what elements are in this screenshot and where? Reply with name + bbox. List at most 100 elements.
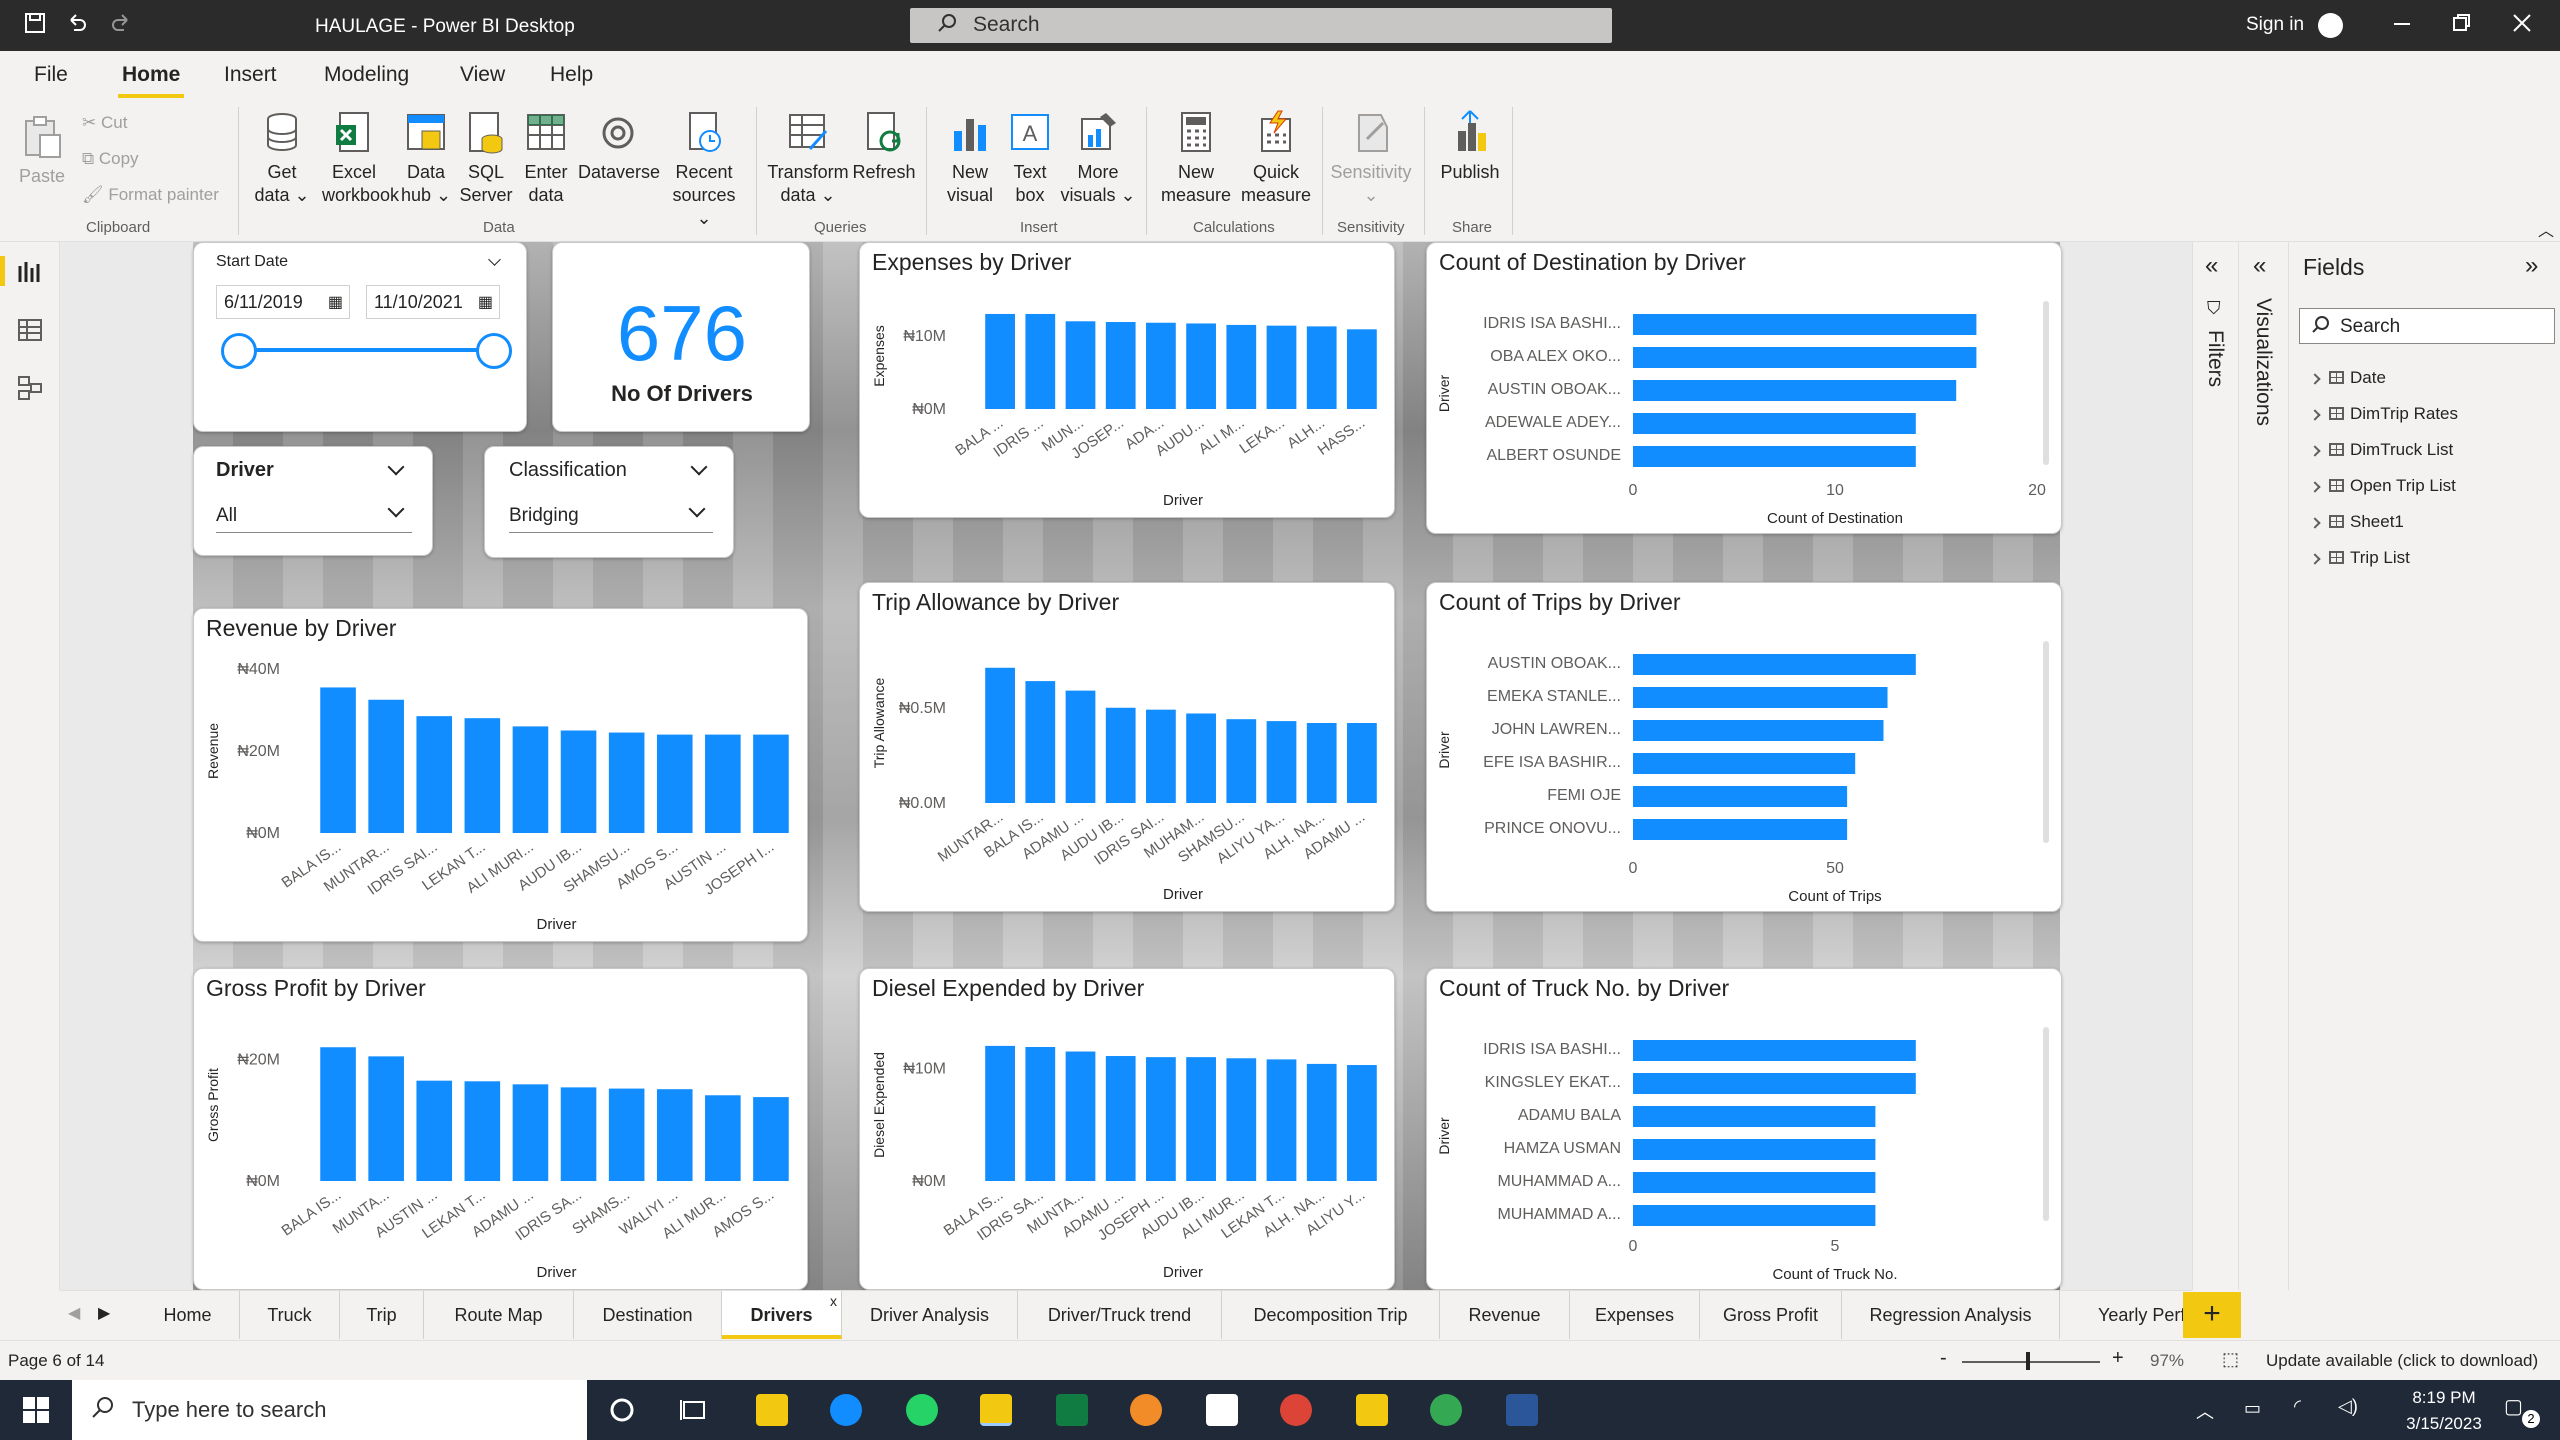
date-slicer[interactable]: Start Date 6/11/2019 ▦ 11/10/2021 ▦ bbox=[193, 242, 527, 432]
word-icon[interactable] bbox=[1506, 1394, 1538, 1426]
page-tab-regression-analysis[interactable]: Regression Analysis bbox=[1842, 1291, 2060, 1339]
notification-icon[interactable]: ▢ bbox=[2504, 1394, 2523, 1419]
sql-server-button[interactable]: SQL Server bbox=[456, 109, 516, 207]
power-bi-icon[interactable] bbox=[980, 1394, 1012, 1426]
update-available-link[interactable]: Update available (click to download) bbox=[2266, 1351, 2538, 1371]
menu-help[interactable]: Help bbox=[550, 63, 593, 87]
fit-to-page-icon[interactable]: ⬚ bbox=[2222, 1349, 2239, 1370]
dataverse-button[interactable]: Dataverse bbox=[578, 109, 660, 184]
start-date-input[interactable]: 6/11/2019 ▦ bbox=[216, 285, 350, 319]
close-tab-icon[interactable]: x bbox=[830, 1293, 837, 1309]
trip-allowance-chart[interactable]: Trip Allowance by Driver Trip Allowance ₦… bbox=[859, 582, 1395, 912]
edge-icon[interactable] bbox=[830, 1394, 862, 1426]
save-icon[interactable] bbox=[24, 12, 46, 41]
field-table-open-trip-list[interactable]: Open Trip List bbox=[2309, 476, 2456, 496]
cut-button[interactable]: ✂ Cut bbox=[82, 113, 127, 133]
new-visual-button[interactable]: New visual bbox=[938, 109, 1002, 207]
format-painter-button[interactable]: 🖌 Format painter bbox=[82, 185, 219, 205]
chrome-icon[interactable] bbox=[1280, 1394, 1312, 1426]
close-icon[interactable] bbox=[2512, 12, 2532, 40]
menu-file[interactable]: File bbox=[34, 63, 68, 87]
chrome-profile-icon[interactable] bbox=[1430, 1394, 1462, 1426]
page-tab-trip[interactable]: Trip bbox=[340, 1291, 424, 1339]
add-page-button[interactable]: + bbox=[2183, 1292, 2241, 1338]
menu-insert[interactable]: Insert bbox=[224, 63, 277, 87]
sign-in-link[interactable]: Sign in bbox=[2246, 14, 2304, 36]
diesel-chart[interactable]: Diesel Expended by Driver Diesel Expende… bbox=[859, 968, 1395, 1290]
notepad-icon[interactable] bbox=[1206, 1394, 1238, 1426]
page-tab-destination[interactable]: Destination bbox=[574, 1291, 722, 1339]
field-table-trip-list[interactable]: Trip List bbox=[2309, 548, 2410, 568]
page-tab-decomposition-trip[interactable]: Decomposition Trip bbox=[1222, 1291, 1440, 1339]
zoom-in-button[interactable]: + bbox=[2112, 1347, 2124, 1370]
page-tab-driver-analysis[interactable]: Driver Analysis bbox=[842, 1291, 1018, 1339]
windows-start-icon[interactable] bbox=[22, 1396, 50, 1429]
new-measure-button[interactable]: New measure bbox=[1156, 109, 1236, 207]
classification-dropdown[interactable]: Bridging bbox=[509, 499, 713, 533]
visualizations-pane-label[interactable]: Visualizations bbox=[2251, 298, 2275, 426]
page-tab-home[interactable]: Home bbox=[136, 1291, 240, 1339]
page-tab-yearly-perf[interactable]: Yearly Perf bbox=[2060, 1291, 2183, 1339]
revenue-chart[interactable]: Revenue by Driver Revenue ₦40M ₦20M ₦0M BALA… bbox=[193, 608, 808, 942]
scroll-tabs-right-icon[interactable]: ▶ bbox=[98, 1303, 110, 1323]
task-view-icon[interactable] bbox=[680, 1396, 708, 1429]
volume-icon[interactable]: ◁) bbox=[2338, 1396, 2358, 1417]
range-handle-start[interactable] bbox=[221, 333, 257, 369]
paste-button[interactable]: Paste bbox=[14, 113, 70, 188]
visualizations-pane[interactable]: « Visualizations bbox=[2238, 242, 2288, 1290]
quick-measure-button[interactable]: Quick measure bbox=[1236, 109, 1316, 207]
minimize-icon[interactable] bbox=[2393, 12, 2411, 40]
page-tab-drivers[interactable]: Drivers x bbox=[722, 1291, 842, 1339]
sensitivity-button[interactable]: Sensitivity ⌄ bbox=[1328, 109, 1414, 207]
publish-button[interactable]: Publish bbox=[1434, 109, 1506, 184]
destination-chart[interactable]: Count of Destination by Driver Driver IDR… bbox=[1426, 242, 2062, 534]
chevron-down-icon[interactable] bbox=[690, 458, 708, 476]
field-table-date[interactable]: Date bbox=[2309, 368, 2386, 388]
field-table-dimtruck-list[interactable]: DimTruck List bbox=[2309, 440, 2453, 460]
page-tab-revenue[interactable]: Revenue bbox=[1440, 1291, 1570, 1339]
taskbar-search[interactable]: Type here to search bbox=[72, 1380, 587, 1440]
copy-button[interactable]: ⧉ Copy bbox=[82, 149, 139, 169]
zoom-slider-thumb[interactable] bbox=[2026, 1352, 2030, 1370]
classification-slicer[interactable]: Classification Bridging bbox=[484, 446, 734, 558]
expand-fields-icon[interactable]: » bbox=[2525, 252, 2538, 280]
more-visuals-button[interactable]: More visuals ⌄ bbox=[1058, 109, 1138, 207]
restore-icon[interactable] bbox=[2452, 12, 2472, 40]
chevron-down-icon[interactable] bbox=[488, 253, 501, 266]
clock-date[interactable]: 3/15/2023 bbox=[2394, 1414, 2494, 1434]
report-view-icon[interactable] bbox=[16, 258, 44, 286]
recent-sources-button[interactable]: Recent sources ⌄ bbox=[666, 109, 742, 230]
avatar[interactable] bbox=[2318, 13, 2343, 38]
page-tab-route-map[interactable]: Route Map bbox=[424, 1291, 574, 1339]
field-table-sheet1[interactable]: Sheet1 bbox=[2309, 512, 2404, 532]
calendar-icon[interactable]: ▦ bbox=[478, 292, 493, 312]
page-tab-driver-truck-trend[interactable]: Driver/Truck trend bbox=[1018, 1291, 1222, 1339]
end-date-input[interactable]: 11/10/2021 ▦ bbox=[366, 285, 500, 319]
battery-icon[interactable]: ▭ bbox=[2244, 1398, 2261, 1419]
expenses-chart[interactable]: Expenses by Driver Expenses ₦10M ₦0M BALA .… bbox=[859, 242, 1395, 518]
whatsapp-icon[interactable] bbox=[906, 1394, 938, 1426]
menu-view[interactable]: View bbox=[460, 63, 505, 87]
menu-modeling[interactable]: Modeling bbox=[324, 63, 409, 87]
filters-pane[interactable]: « ⛉ Filters bbox=[2192, 242, 2238, 1290]
collapse-ribbon-icon[interactable]: ︿ bbox=[2538, 217, 2554, 241]
page-tab-truck[interactable]: Truck bbox=[240, 1291, 340, 1339]
filters-pane-label[interactable]: Filters bbox=[2203, 330, 2227, 387]
trucks-chart[interactable]: Count of Truck No. by Driver Driver IDRIS… bbox=[1426, 968, 2062, 1290]
model-view-icon[interactable] bbox=[16, 374, 44, 402]
search-box[interactable]: Search bbox=[910, 8, 1612, 43]
excel-icon[interactable] bbox=[1056, 1394, 1088, 1426]
zoom-out-button[interactable]: - bbox=[1940, 1347, 1947, 1370]
scroll-tabs-left-icon[interactable]: ◀ bbox=[68, 1303, 80, 1323]
cortana-icon[interactable] bbox=[608, 1396, 636, 1429]
collapse-filters-icon[interactable]: « bbox=[2205, 252, 2218, 280]
excel-workbook-button[interactable]: Excel workbook bbox=[322, 109, 399, 207]
browser-icon[interactable] bbox=[1130, 1394, 1162, 1426]
chevron-down-icon[interactable] bbox=[387, 458, 405, 476]
file-explorer-icon[interactable] bbox=[756, 1394, 788, 1426]
field-table-dimtrip-rates[interactable]: DimTrip Rates bbox=[2309, 404, 2458, 424]
page-tab-gross-profit[interactable]: Gross Profit bbox=[1700, 1291, 1842, 1339]
redo-icon[interactable] bbox=[110, 12, 132, 41]
transform-data-button[interactable]: Transform data ⌄ bbox=[766, 109, 850, 207]
page-tab-expenses[interactable]: Expenses bbox=[1570, 1291, 1700, 1339]
